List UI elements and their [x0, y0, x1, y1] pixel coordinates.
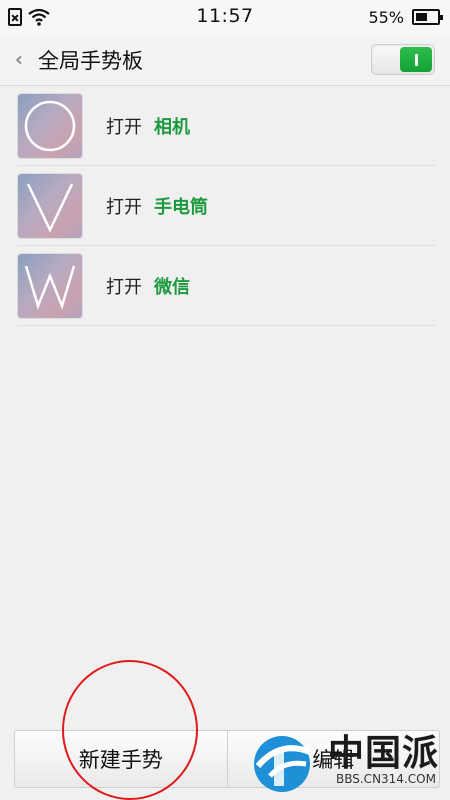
v-gesture-icon — [26, 182, 74, 233]
watermark-title: 中国派 — [328, 733, 440, 774]
target-label: 相机 — [154, 116, 190, 138]
watermark: 中国派 BBS.CN314.COM — [250, 722, 446, 800]
gesture-text: 打开 微信 — [106, 273, 190, 299]
watermark-logo-icon — [254, 736, 312, 792]
battery-icon — [412, 9, 443, 25]
gesture-item-camera[interactable]: 打开 相机 — [18, 86, 435, 166]
gesture-text: 打开 相机 — [106, 113, 190, 139]
gesture-item-wechat[interactable]: 打开 微信 — [18, 246, 435, 326]
action-label: 打开 — [106, 276, 142, 298]
toggle-knob — [400, 47, 432, 72]
status-right: 55% — [368, 6, 443, 28]
gesture-text: 打开 手电筒 — [106, 193, 208, 219]
action-label: 打开 — [106, 196, 142, 218]
gesture-thumbnail — [18, 173, 82, 238]
gesture-board-toggle[interactable] — [371, 44, 435, 75]
page-title: 全局手势板 — [38, 49, 143, 73]
target-label: 手电筒 — [154, 196, 208, 218]
gesture-thumbnail — [18, 253, 82, 318]
battery-percent: 55% — [368, 7, 404, 27]
annotation-circle — [62, 660, 198, 800]
action-label: 打开 — [106, 116, 142, 138]
gesture-thumbnail — [18, 93, 82, 158]
battery-fill — [416, 13, 427, 21]
circle-gesture-icon — [24, 100, 76, 151]
gesture-item-flashlight[interactable]: 打开 手电筒 — [18, 166, 435, 246]
back-button[interactable]: ‹ — [8, 46, 30, 72]
w-gesture-icon — [24, 265, 76, 310]
status-bar: 11:57 55% — [0, 0, 450, 34]
watermark-url: BBS.CN314.COM — [336, 772, 436, 786]
chevron-left-icon: ‹ — [14, 47, 24, 71]
gesture-list: 打开 相机 打开 手电筒 打开 微信 — [18, 86, 435, 326]
target-label: 微信 — [154, 276, 190, 298]
header: ‹ 全局手势板 — [0, 34, 450, 86]
